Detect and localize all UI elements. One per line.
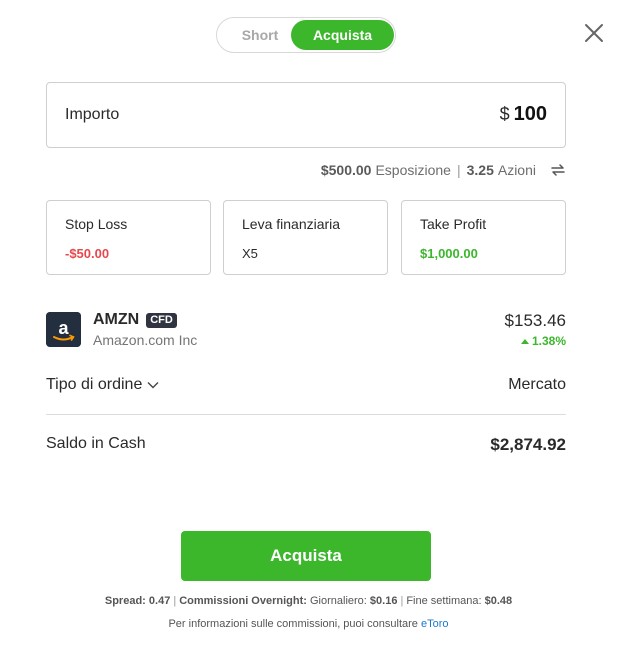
take-profit-value: $1,000.00 [420,246,478,261]
cash-balance-value: $2,874.92 [490,435,566,454]
units-value: 3.25 [466,162,494,178]
cash-balance-label: Saldo in Cash [46,435,146,452]
order-type-label: Tipo di ordine [46,376,143,393]
amount-value[interactable]: $100 [500,103,547,126]
buy-button[interactable]: Acquista [181,531,431,581]
order-type-dropdown[interactable]: Tipo di ordine [46,376,159,394]
chevron-down-icon [147,382,159,389]
currency-symbol: $ [499,104,510,124]
symbol-text: AMZN [93,311,140,328]
stop-loss-value: -$50.00 [65,246,110,261]
spread-value: 0.47 [148,595,171,607]
divider [46,414,566,415]
short-tab[interactable]: Short [223,20,297,50]
swap-icon[interactable] [550,162,566,178]
units-label: Azioni [497,162,536,178]
leverage-box[interactable]: Leva finanziaria X5 [223,200,388,275]
change-value: 1.38% [531,334,566,348]
info-text: Per informazioni sulle commissioni, puoi… [168,618,418,630]
svg-text:a: a [58,318,69,338]
direction-toggle[interactable]: Short Acquista [216,17,396,53]
separator: | [400,595,404,607]
exposure-row: $500.00 Esposizione | 3.25 Azioni [321,162,566,178]
instrument-name: Amazon.com Inc [93,332,198,348]
exposure-value: $500.00 [320,162,372,178]
daily-label: Giornaliero: [310,595,367,607]
instrument-symbol: AMZN CFD [93,311,177,329]
spread-label: Spread: [104,595,146,607]
price-change: 1.38% [520,334,566,348]
amazon-logo-icon: a [46,312,81,347]
fees-line: Spread: 0.47 | Commissioni Overnight: Gior… [0,595,617,607]
up-arrow-icon [520,338,529,344]
fees-info: Per informazioni sulle commissioni, puoi… [0,618,617,630]
amount-number[interactable]: 100 [514,103,547,125]
amount-field[interactable]: Importo $100 [46,82,566,148]
etoro-link[interactable]: eToro [421,618,449,630]
separator: | [173,595,177,607]
cfd-badge: CFD [146,312,177,328]
leverage-label: Leva finanziaria [242,216,341,232]
separator: | [456,162,461,178]
order-type-value: Mercato [508,376,566,393]
close-icon[interactable] [583,22,605,44]
take-profit-box[interactable]: Take Profit $1,000.00 [401,200,566,275]
overnight-label: Commissioni Overnight: [179,595,307,607]
weekend-label: Fine settimana: [406,595,482,607]
amount-label: Importo [65,106,120,123]
buy-tab[interactable]: Acquista [291,20,394,50]
instrument-price: $153.46 [504,311,566,330]
leverage-value: X5 [242,246,258,261]
take-profit-label: Take Profit [420,216,487,232]
stop-loss-label: Stop Loss [65,216,128,232]
weekend-value: $0.48 [484,595,513,607]
exposure-label: Esposizione [375,162,451,178]
daily-value: $0.16 [369,595,398,607]
stop-loss-box[interactable]: Stop Loss -$50.00 [46,200,211,275]
